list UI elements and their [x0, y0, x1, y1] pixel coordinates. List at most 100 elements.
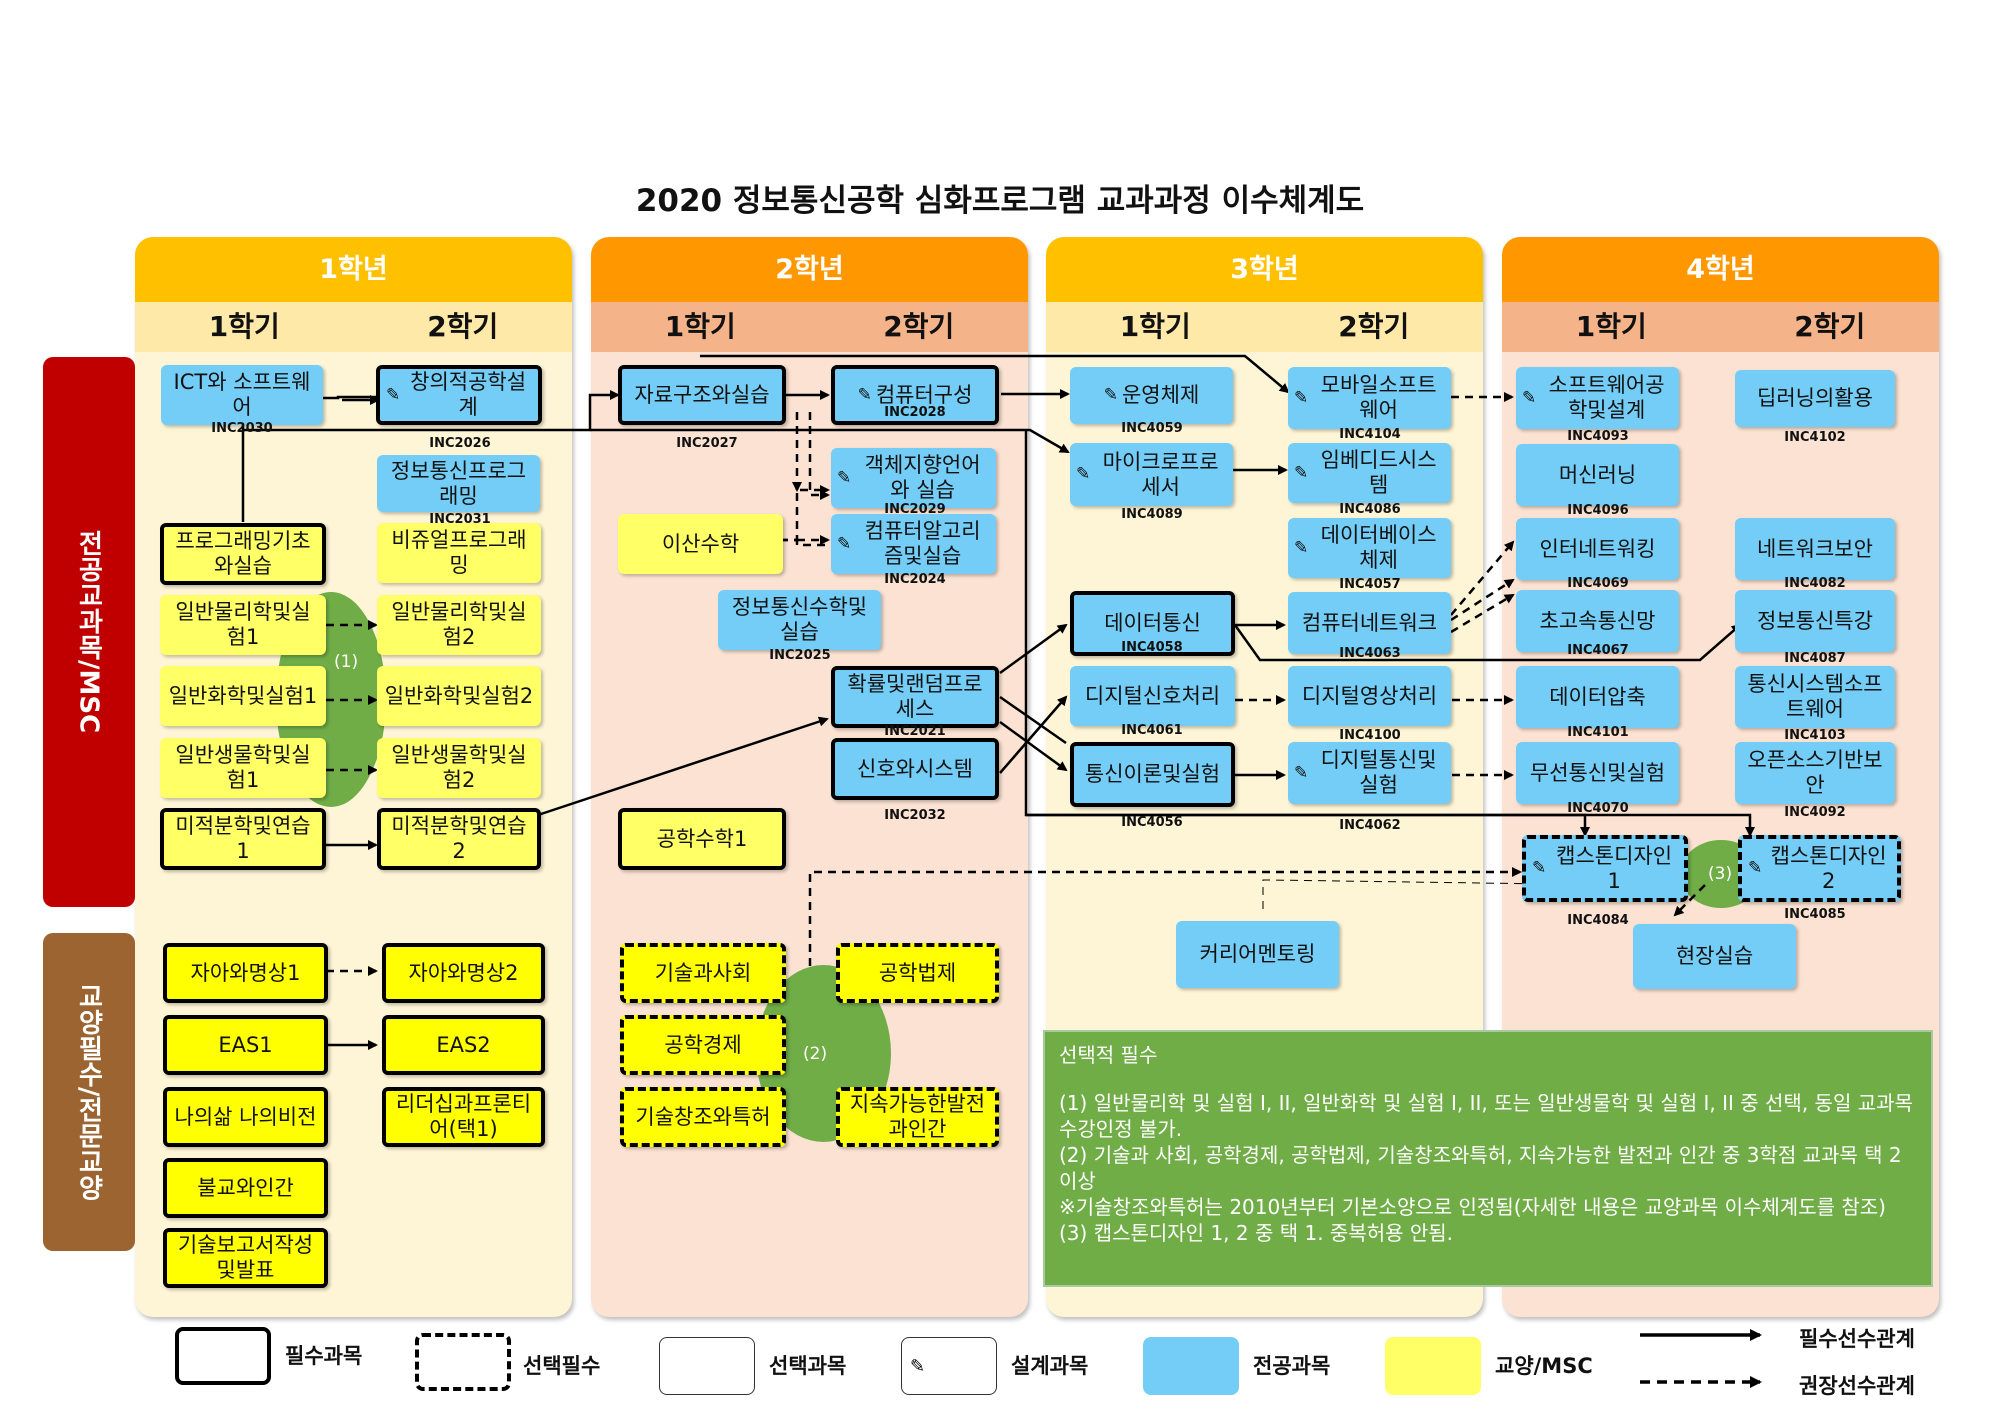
course-data-compression[interactable]: 데이터압축	[1516, 666, 1679, 728]
pencil-icon: ✎	[1076, 464, 1091, 484]
course-code: INC4093	[1567, 429, 1629, 444]
course-probability-random-process[interactable]: 확률및랜덤프로세스	[831, 666, 999, 728]
legend-elective-label: 선택과목	[769, 1354, 847, 1378]
course-programming-basics-lab[interactable]: 프로그래밍기초와실습	[160, 523, 326, 585]
course-code: INC4102	[1784, 430, 1846, 445]
note-line-3: ※기술창조와특허는 2010년부터 기본소양으로 인정됨(자세한 내용은 교양과…	[1059, 1195, 1886, 1219]
course-wireless-communication-lab[interactable]: 무선통신및실험	[1516, 742, 1679, 804]
course-software-engineering-design[interactable]: ✎ 소프트웨어공학및설계	[1516, 367, 1679, 429]
course-code: INC4061	[1121, 723, 1183, 738]
course-digital-image-processing[interactable]: 디지털영상처리	[1288, 666, 1451, 726]
course-code: INC4089	[1121, 507, 1183, 522]
course-code: INC4101	[1567, 725, 1629, 740]
course-my-life-my-vision[interactable]: 나의삶 나의비전	[163, 1087, 328, 1147]
course-sustainable-development[interactable]: 지속가능한발전과인간	[836, 1087, 999, 1147]
pencil-icon: ✎	[1522, 387, 1537, 408]
course-capstone-design-1[interactable]: ✎ 캡스톤디자인1	[1522, 835, 1688, 902]
course-oop-language-lab[interactable]: ✎ 객체지향언어와 실습	[831, 448, 996, 508]
course-calculus-1[interactable]: 미적분학및연습1	[160, 808, 326, 870]
course-eas1[interactable]: EAS1	[163, 1015, 328, 1075]
course-algorithms-lab[interactable]: ✎ 컴퓨터알고리즘및실습	[831, 514, 996, 574]
course-ict-special-topics[interactable]: 정보통신특강	[1735, 590, 1895, 652]
course-leadership-frontier[interactable]: 리더십과프론티어(택1)	[382, 1087, 545, 1147]
course-biology-lab-2[interactable]: 일반생물학및실험2	[377, 738, 541, 798]
course-biology-lab-1[interactable]: 일반생물학및실험1	[160, 738, 326, 798]
course-internetworking[interactable]: 인터네트워킹	[1516, 518, 1679, 580]
course-visual-programming[interactable]: 비쥬얼프로그래밍	[377, 523, 541, 583]
course-technology-and-society[interactable]: 기술과사회	[620, 943, 786, 1003]
course-code: INC2025	[769, 648, 831, 663]
course-ict-programming[interactable]: 정보통신프로그래밍	[377, 455, 540, 512]
course-self-meditation-2[interactable]: 자아와명상2	[382, 943, 545, 1003]
course-code: INC4056	[1121, 815, 1183, 830]
note-title: 선택적 필수	[1059, 1043, 1158, 1067]
course-code: INC2026	[429, 436, 491, 451]
course-embedded-systems[interactable]: ✎ 임베디드시스템	[1288, 443, 1451, 503]
course-signals-and-systems[interactable]: 신호와시스템	[831, 738, 999, 800]
course-self-meditation-1[interactable]: 자아와명상1	[163, 943, 328, 1003]
course-engineering-economics[interactable]: 공학경제	[620, 1015, 786, 1075]
course-engineering-math-1[interactable]: 공학수학1	[618, 808, 786, 870]
pencil-icon: ✎	[910, 1355, 926, 1377]
pencil-icon: ✎	[857, 384, 872, 405]
course-computer-network[interactable]: 컴퓨터네트워크	[1288, 592, 1451, 654]
course-digital-communication-lab[interactable]: ✎ 디지털통신및실험	[1288, 742, 1451, 804]
course-code: INC4103	[1784, 728, 1846, 743]
course-code: INC4085	[1784, 907, 1846, 922]
legend-major-swatch	[1143, 1337, 1239, 1395]
legend-required-swatch	[175, 1327, 271, 1385]
course-code: INC4059	[1121, 421, 1183, 436]
legend-req-prereq-label: 필수선수관계	[1799, 1327, 1915, 1351]
course-open-source-security[interactable]: 오픈소스기반보안	[1735, 742, 1895, 804]
pencil-icon: ✎	[837, 467, 852, 488]
course-operating-systems[interactable]: ✎ 운영체제	[1070, 367, 1233, 424]
course-code: INC4086	[1339, 502, 1401, 517]
course-tech-creation-patent[interactable]: 기술창조와특허	[620, 1087, 786, 1147]
course-physics-lab-1[interactable]: 일반물리학및실험1	[160, 595, 326, 655]
course-engineering-law[interactable]: 공학법제	[836, 943, 999, 1003]
course-buddhism-and-human[interactable]: 불교와인간	[163, 1158, 328, 1218]
course-data-structures-lab[interactable]: 자료구조와실습	[618, 365, 786, 425]
course-code: INC4063	[1339, 646, 1401, 661]
pencil-icon: ✎	[1294, 462, 1309, 483]
pencil-icon: ✎	[1103, 385, 1118, 405]
course-code: INC4057	[1339, 577, 1401, 592]
course-code: INC2027	[676, 436, 738, 451]
course-physics-lab-2[interactable]: 일반물리학및실험2	[377, 595, 541, 655]
course-technical-report[interactable]: 기술보고서작성및발표	[163, 1228, 328, 1288]
course-ict-math-lab[interactable]: 정보통신수학및실습	[718, 590, 881, 650]
course-chemistry-lab-2[interactable]: 일반화학및실험2	[377, 666, 541, 726]
course-eas2[interactable]: EAS2	[382, 1015, 545, 1075]
course-machine-learning[interactable]: 머신러닝	[1516, 444, 1679, 506]
pencil-icon: ✎	[386, 384, 401, 405]
legend-liberal-label: 교양/MSC	[1495, 1354, 1593, 1378]
pencil-icon: ✎	[1294, 387, 1309, 408]
course-career-mentoring[interactable]: 커리어멘토링	[1176, 921, 1339, 988]
course-database-systems[interactable]: ✎ 데이터베이스체제	[1288, 518, 1451, 578]
course-microprocessor[interactable]: ✎ 마이크로프로세서	[1070, 443, 1233, 506]
course-communication-system-software[interactable]: 통신시스템소프트웨어	[1735, 666, 1895, 728]
course-deep-learning-application[interactable]: 딥러닝의활용	[1735, 370, 1895, 427]
course-code: INC4062	[1339, 818, 1401, 833]
pencil-icon: ✎	[1294, 537, 1309, 558]
course-communication-theory-lab[interactable]: 통신이론및실험	[1070, 742, 1235, 807]
course-code: INC4087	[1784, 651, 1846, 666]
course-mobile-software[interactable]: ✎ 모바일소프트웨어	[1288, 367, 1451, 429]
pencil-icon: ✎	[1532, 858, 1547, 878]
course-discrete-math[interactable]: 이산수학	[618, 514, 783, 574]
course-creative-engineering-design[interactable]: ✎ 창의적공학설계	[376, 365, 542, 425]
course-digital-signal-processing[interactable]: 디지털신호처리	[1070, 666, 1235, 726]
legend-selective-label: 선택필수	[523, 1354, 601, 1378]
legend-major-label: 전공과목	[1253, 1354, 1331, 1378]
course-calculus-2[interactable]: 미적분학및연습2	[377, 808, 541, 870]
legend-design-label: 설계과목	[1011, 1354, 1089, 1378]
course-chemistry-lab-1[interactable]: 일반화학및실험1	[160, 666, 326, 726]
course-network-security[interactable]: 네트워크보안	[1735, 518, 1895, 580]
course-field-practice[interactable]: 현장실습	[1633, 924, 1796, 989]
course-capstone-design-2[interactable]: ✎ 캡스톤디자인2	[1738, 835, 1901, 902]
course-code: INC2032	[884, 808, 946, 823]
course-code: INC4100	[1339, 728, 1401, 743]
note-line-2: (2) 기술과 사회, 공학경제, 공학법제, 기술창조와특허, 지속가능한 발…	[1059, 1143, 1902, 1193]
course-code: INC2028	[884, 405, 946, 420]
course-ict-and-software[interactable]: ICT와 소프트웨어	[161, 365, 323, 425]
